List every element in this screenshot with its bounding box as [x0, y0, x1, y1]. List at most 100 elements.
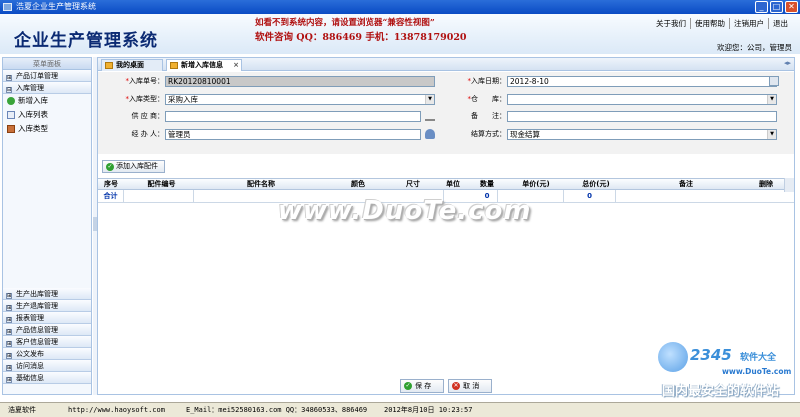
cancel-button[interactable]: ✕ 取 消: [448, 379, 492, 393]
column-header[interactable]: 配件编号: [124, 179, 199, 190]
expand-icon: ⊞: [6, 353, 12, 359]
panel-title: 菜单面板: [3, 58, 91, 70]
column-header[interactable]: 数量: [473, 179, 501, 190]
logout-link[interactable]: 注销用户: [729, 18, 768, 29]
form-icon: [170, 62, 178, 69]
dropdown-arrow-icon: ▼: [425, 95, 434, 104]
check-icon: ✓: [106, 163, 114, 171]
expand-icon: ⊞: [6, 293, 12, 299]
folder-icon: [7, 125, 15, 133]
dropdown-arrow-icon: ▼: [767, 130, 776, 139]
sidebar-bottom-sections: ⊞ 生产出库管理 ⊞ 生产退库管理 ⊞ 报表管理 ⊞ 产品信息管理 ⊞ 客户信息管理 ⊞ 公…: [3, 288, 91, 384]
handler-label: 经 办 人：: [131, 130, 164, 138]
remark-label: 备 注：: [471, 112, 506, 120]
column-header[interactable]: 总价(元): [571, 179, 621, 190]
settlement-label: 结算方式：: [471, 130, 506, 138]
status-bar: 浩夏软件 http://www.haoysoft.com E_Mail：mei5…: [0, 402, 800, 417]
tab-strip: 我的桌面 新增入库信息 × ◂▸: [98, 58, 794, 71]
sidebar-section-production-out[interactable]: ⊞ 生产出库管理: [3, 288, 91, 300]
column-header[interactable]: 颜色: [323, 179, 393, 190]
sidebar-section-messages[interactable]: ⊞ 访问消息: [3, 360, 91, 372]
tab-new-inbound[interactable]: 新增入库信息 ×: [166, 59, 242, 71]
sidebar-section-basic-info[interactable]: ⊞ 基础信息: [3, 372, 91, 384]
bill-type-label: *入库类型：: [125, 95, 165, 103]
tab-desktop[interactable]: 我的桌面: [101, 59, 163, 71]
bill-date-field[interactable]: 2012-8-10: [507, 76, 777, 87]
expand-icon: ⊞: [6, 305, 12, 311]
expand-icon: ⊞: [6, 377, 12, 383]
app-window: 浩夏企业生产管理系统 _ □ ✕ 企业生产管理系统 如看不到系统内容，请设置浏览…: [0, 0, 800, 417]
warehouse-select[interactable]: ▼: [507, 94, 777, 105]
bill-type-select[interactable]: 采购入库 ▼: [165, 94, 435, 105]
dropdown-arrow-icon: ▼: [767, 95, 776, 104]
cancel-icon: ✕: [452, 382, 460, 390]
column-header[interactable]: 序号: [98, 179, 124, 190]
table-cell: [616, 190, 794, 203]
window-titlebar: 浩夏企业生产管理系统 _ □ ✕: [0, 0, 800, 14]
mascot-icon: [658, 342, 688, 372]
logo-brand: 2345: [690, 346, 732, 364]
contact-info: 软件咨询 QQ：886469 手机：13878179020: [255, 32, 467, 43]
table-cell: [124, 190, 194, 203]
sidebar-item-inbound-list[interactable]: 入库列表: [3, 108, 91, 122]
calendar-icon[interactable]: [769, 76, 779, 86]
minimize-button[interactable]: _: [755, 1, 768, 13]
settlement-select[interactable]: 现金结算 ▼: [507, 129, 777, 140]
sidebar-section-inbound[interactable]: ⊟ 入库管理: [3, 82, 91, 94]
about-link[interactable]: 关于我们: [652, 18, 690, 29]
supplier-label: 供 应 商：: [131, 112, 164, 120]
bill-no-label: *入库单号：: [125, 77, 165, 85]
tab-scroll-arrows-icon[interactable]: ◂▸: [784, 59, 791, 67]
supplier-field[interactable]: [165, 111, 421, 122]
maximize-button[interactable]: □: [770, 1, 783, 13]
desktop-icon: [105, 62, 113, 69]
sidebar-section-reports[interactable]: ⊞ 报表管理: [3, 312, 91, 324]
remark-field[interactable]: [507, 111, 777, 122]
sidebar-section-orders[interactable]: ⊞ 产品订单管理: [3, 70, 91, 82]
warehouse-label: *仓 库：: [467, 95, 507, 103]
column-header[interactable]: 单价(元): [501, 179, 571, 190]
sidebar-section-documents[interactable]: ⊞ 公文发布: [3, 348, 91, 360]
sidebar: 菜单面板 ⊞ 产品订单管理 ⊟ 入库管理 新增入库 入库列表 入库类型 ⊞ 生产出库管…: [2, 57, 92, 395]
column-header[interactable]: 尺寸: [393, 179, 433, 190]
logo-url: www.DuoTe.com: [722, 367, 792, 376]
logo-brand-suffix: 软件大全: [740, 353, 777, 363]
welcome-text: 欢迎您：公司，管理员: [717, 43, 792, 52]
total-label: 合计: [98, 190, 124, 203]
bill-no-field: RK20120810001: [165, 76, 435, 87]
sidebar-section-production-return[interactable]: ⊞ 生产退库管理: [3, 300, 91, 312]
expand-icon: ⊞: [6, 341, 12, 347]
tab-close-icon[interactable]: ×: [233, 60, 239, 71]
supplier-lookup-icon[interactable]: [425, 111, 435, 121]
column-header[interactable]: 备注: [621, 179, 751, 190]
column-header[interactable]: 配件名称: [199, 179, 323, 190]
parts-grid-header: 序号 配件编号 配件名称 颜色 尺寸 单位 数量 单价(元) 总价(元) 备注 …: [98, 178, 794, 190]
expand-icon: ⊞: [6, 329, 12, 335]
help-link[interactable]: 使用帮助: [690, 18, 729, 29]
handler-field[interactable]: 管理员: [165, 129, 421, 140]
close-window-button[interactable]: ✕: [785, 1, 798, 13]
top-links: 关于我们 使用帮助 注销用户 退出: [652, 18, 792, 29]
status-url[interactable]: http://www.haoysoft.com: [68, 403, 165, 417]
status-contact: E_Mail：mei52580163.com QQ：34860533、88646…: [186, 406, 368, 414]
app-header: 企业生产管理系统 如看不到系统内容，请设置浏览器“兼容性视图” 软件咨询 QQ：…: [0, 14, 800, 67]
add-part-button[interactable]: ✓ 添加入库配件: [102, 160, 165, 173]
user-lookup-icon[interactable]: [425, 129, 435, 139]
save-button[interactable]: ✓ 保 存: [400, 379, 444, 393]
app-title: 企业生产管理系统: [14, 31, 158, 51]
total-price: 0: [564, 190, 616, 203]
collapse-icon: ⊟: [6, 87, 12, 93]
status-datetime: 2012年8月10日 10:23:57: [384, 406, 473, 414]
column-header[interactable]: 单位: [433, 179, 473, 190]
app-icon: [3, 3, 12, 11]
status-company: 浩夏软件: [8, 406, 36, 414]
sidebar-section-products[interactable]: ⊞ 产品信息管理: [3, 324, 91, 336]
column-header[interactable]: 删除: [751, 179, 781, 190]
sidebar-item-new-inbound[interactable]: 新增入库: [3, 94, 91, 108]
site-logo: 2345 软件大全 www.DuoTe.com 国内最安全的软件站: [652, 340, 800, 402]
sidebar-section-customers[interactable]: ⊞ 客户信息管理: [3, 336, 91, 348]
sidebar-item-inbound-type[interactable]: 入库类型: [3, 122, 91, 136]
watermark: www.DuoTe.com: [278, 196, 532, 226]
save-icon: ✓: [404, 382, 412, 390]
exit-link[interactable]: 退出: [768, 18, 792, 29]
